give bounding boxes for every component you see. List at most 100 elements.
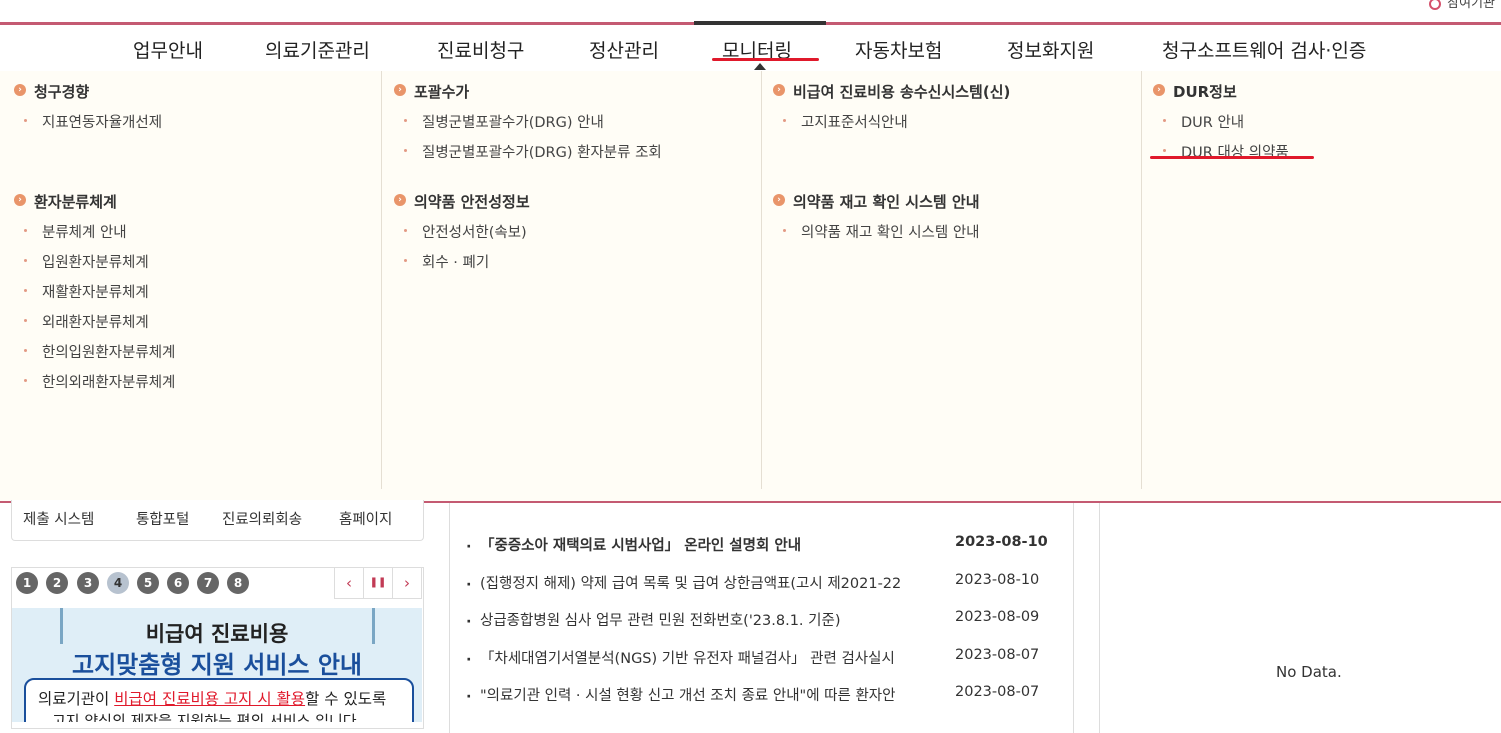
menu-group-patient-classification: › 환자분류체계 분류체계 안내 입원환자분류체계 재활환자분류체계 외래환자분류… (14, 191, 175, 392)
menu-link[interactable]: 질병군별포괄수가(DRG) 안내 (394, 111, 662, 132)
dot-icon (24, 319, 27, 322)
banner-card: 의료기관이 비급여 진료비용 고지 시 활용할 수 있도록 고지 양식의 제작을… (24, 678, 414, 722)
dot-icon (24, 259, 27, 262)
empty-state-text: No Data. (1276, 663, 1342, 681)
right-panel: No Data. (1099, 503, 1501, 733)
mega-column-2: › 포괄수가 질병군별포괄수가(DRG) 안내 질병군별포괄수가(DRG) 환자분… (381, 71, 762, 489)
menu-group-title[interactable]: › DUR정보 (1153, 81, 1289, 102)
menu-link[interactable]: 안전성서한(속보) (394, 221, 530, 242)
menu-link[interactable]: 한의외래환자분류체계 (14, 371, 175, 392)
dot-icon (404, 119, 407, 122)
gnb-item-business[interactable]: 업무안내 (133, 36, 203, 63)
bullet-icon: · (466, 689, 472, 705)
dot-icon (404, 229, 407, 232)
notice-row[interactable]: · 「차세대염기서열분석(NGS) 기반 유전자 패널검사」 관련 검사실시 202… (466, 647, 1039, 668)
banner-next-button[interactable]: › (392, 567, 422, 599)
menu-link[interactable]: 한의입원환자분류체계 (14, 341, 175, 362)
quick-link-referral[interactable]: 진료의뢰회송 (222, 508, 302, 529)
menu-group-title[interactable]: › 환자분류체계 (14, 191, 175, 212)
gnb-item-claims[interactable]: 진료비청구 (437, 36, 524, 63)
dot-icon (783, 229, 786, 232)
dot-icon (24, 379, 27, 382)
banner-page-6[interactable]: 6 (167, 572, 189, 594)
notice-row[interactable]: · "의료기관 인력 · 시설 현황 신고 개선 조치 종료 안내"에 따른 환자… (466, 684, 1039, 705)
banner-page-2[interactable]: 2 (46, 572, 68, 594)
bullet-icon: · (466, 652, 472, 668)
menu-group-title[interactable]: › 청구경향 (14, 81, 162, 102)
menu-link[interactable]: 회수 · 폐기 (394, 251, 530, 272)
util-link[interactable]: 참여기관 (1429, 0, 1495, 11)
gnb-item-software-certification[interactable]: 청구소프트웨어 검사·인증 (1162, 36, 1366, 63)
monitoring-highlight-underline (712, 58, 819, 61)
banner-page-7[interactable]: 7 (197, 572, 219, 594)
menu-link[interactable]: 고지표준서식안내 (773, 111, 1010, 132)
gnb-item-medical-standard[interactable]: 의료기준관리 (265, 36, 370, 63)
chevron-right-icon: › (1153, 84, 1165, 96)
global-nav: 업무안내 의료기준관리 진료비청구 정산관리 모니터링 자동차보험 정보화지원 … (0, 25, 1501, 72)
dot-icon (404, 259, 407, 262)
circle-icon (1429, 0, 1442, 10)
gnb-item-auto-insurance[interactable]: 자동차보험 (855, 36, 942, 63)
quick-link-integrated-portal[interactable]: 통합포털 (136, 508, 189, 529)
menu-link[interactable]: 지표연동자율개선제 (14, 111, 162, 132)
notice-row[interactable]: · (집행정지 해제) 약제 급여 목록 및 급여 상한금액표(고시 제2021-… (466, 572, 1039, 593)
bullet-icon: · (466, 539, 472, 555)
notice-list: · 「중증소아 재택의료 시범사업」 온라인 설명회 안내 2023-08-10 ·… (449, 503, 1074, 733)
menu-link[interactable]: DUR 안내 (1153, 111, 1289, 132)
dot-icon (404, 149, 407, 152)
menu-group-claim-trends: › 청구경향 지표연동자율개선제 (14, 81, 162, 132)
chevron-right-icon: › (14, 194, 26, 206)
banner-prev-button[interactable]: ‹ (334, 567, 364, 599)
chevron-right-icon: › (394, 194, 406, 206)
gnb-item-settlement[interactable]: 정산관리 (589, 36, 659, 63)
dot-icon (24, 289, 27, 292)
menu-group-drug-inventory-system: › 의약품 재고 확인 시스템 안내 의약품 재고 확인 시스템 안내 (773, 191, 980, 242)
banner-page-3[interactable]: 3 (77, 572, 99, 594)
mega-column-3: › 비급여 진료비용 송수신시스템(신) 고지표준서식안내 › 의약품 재고 확인 … (761, 71, 1142, 489)
banner-page-5[interactable]: 5 (137, 572, 159, 594)
menu-link[interactable]: 입원환자분류체계 (14, 251, 175, 272)
menu-group-title[interactable]: › 의약품 안전성정보 (394, 191, 530, 212)
banner-image[interactable]: 비급여 진료비용 고지맞춤형 지원 서비스 안내 의료기관이 비급여 진료비용 … (12, 608, 422, 722)
banner-page-8[interactable]: 8 (227, 572, 249, 594)
menu-link[interactable]: 외래환자분류체계 (14, 311, 175, 332)
chevron-right-icon: › (773, 194, 785, 206)
menu-group-title[interactable]: › 포괄수가 (394, 81, 662, 102)
gnb-item-it-support[interactable]: 정보화지원 (1007, 36, 1094, 63)
dot-icon (1163, 119, 1166, 122)
quick-links: 제출 시스템 통합포털 진료의뢰회송 홈페이지 (11, 500, 424, 541)
banner-heading-2: 고지맞춤형 지원 서비스 안내 (71, 651, 363, 679)
menu-group-title[interactable]: › 비급여 진료비용 송수신시스템(신) (773, 81, 1010, 102)
dot-icon (1163, 149, 1166, 152)
banner-page-1[interactable]: 1 (16, 572, 38, 594)
chevron-right-icon: › (394, 84, 406, 96)
banner-heading-1: 비급여 진료비용 (145, 622, 289, 646)
menu-group-drug-safety: › 의약품 안전성정보 안전성서한(속보) 회수 · 폐기 (394, 191, 530, 272)
notice-row[interactable]: · 상급종합병원 심사 업무 관련 민원 전화번호('23.8.1. 기준) 202… (466, 609, 1039, 630)
dot-icon (783, 119, 786, 122)
banner-text-2: 고지 양식의 제작을 지원하는 편의 서비스 입니다 (52, 712, 357, 722)
quick-link-homepage[interactable]: 홈페이지 (339, 508, 392, 529)
menu-link[interactable]: 질병군별포괄수가(DRG) 환자분류 조회 (394, 141, 662, 162)
bullet-icon: · (466, 577, 472, 593)
menu-link[interactable]: 재활환자분류체계 (14, 281, 175, 302)
chevron-right-icon: › (14, 84, 26, 96)
mega-menu-panel: › 청구경향 지표연동자율개선제 › 환자분류체계 분류체계 안내 입원환자분류체계… (0, 71, 1501, 503)
active-tab-indicator (694, 21, 826, 25)
menu-link[interactable]: 의약품 재고 확인 시스템 안내 (773, 221, 980, 242)
banner-page-4[interactable]: 4 (107, 572, 129, 594)
banner-text-1: 의료기관이 비급여 진료비용 고지 시 활용할 수 있도록 (38, 690, 387, 708)
caret-up-icon (754, 63, 766, 70)
menu-link[interactable]: 분류체계 안내 (14, 221, 175, 242)
bullet-icon: · (466, 614, 472, 630)
mega-column-1: › 청구경향 지표연동자율개선제 › 환자분류체계 분류체계 안내 입원환자분류체계… (0, 71, 382, 489)
banner-pause-button[interactable]: ❚❚ (363, 567, 393, 599)
dur-target-highlight-underline (1150, 156, 1314, 159)
menu-group-dur-info: › DUR정보 DUR 안내 DUR 대상 의약품 (1153, 81, 1289, 162)
dot-icon (24, 349, 27, 352)
chevron-right-icon: › (773, 84, 785, 96)
menu-group-bundled-payment: › 포괄수가 질병군별포괄수가(DRG) 안내 질병군별포괄수가(DRG) 환자분… (394, 81, 662, 162)
quick-link-submit-system[interactable]: 제출 시스템 (23, 508, 94, 529)
menu-group-title[interactable]: › 의약품 재고 확인 시스템 안내 (773, 191, 980, 212)
notice-row[interactable]: · 「중증소아 재택의료 시범사업」 온라인 설명회 안내 2023-08-10 (466, 534, 1048, 555)
